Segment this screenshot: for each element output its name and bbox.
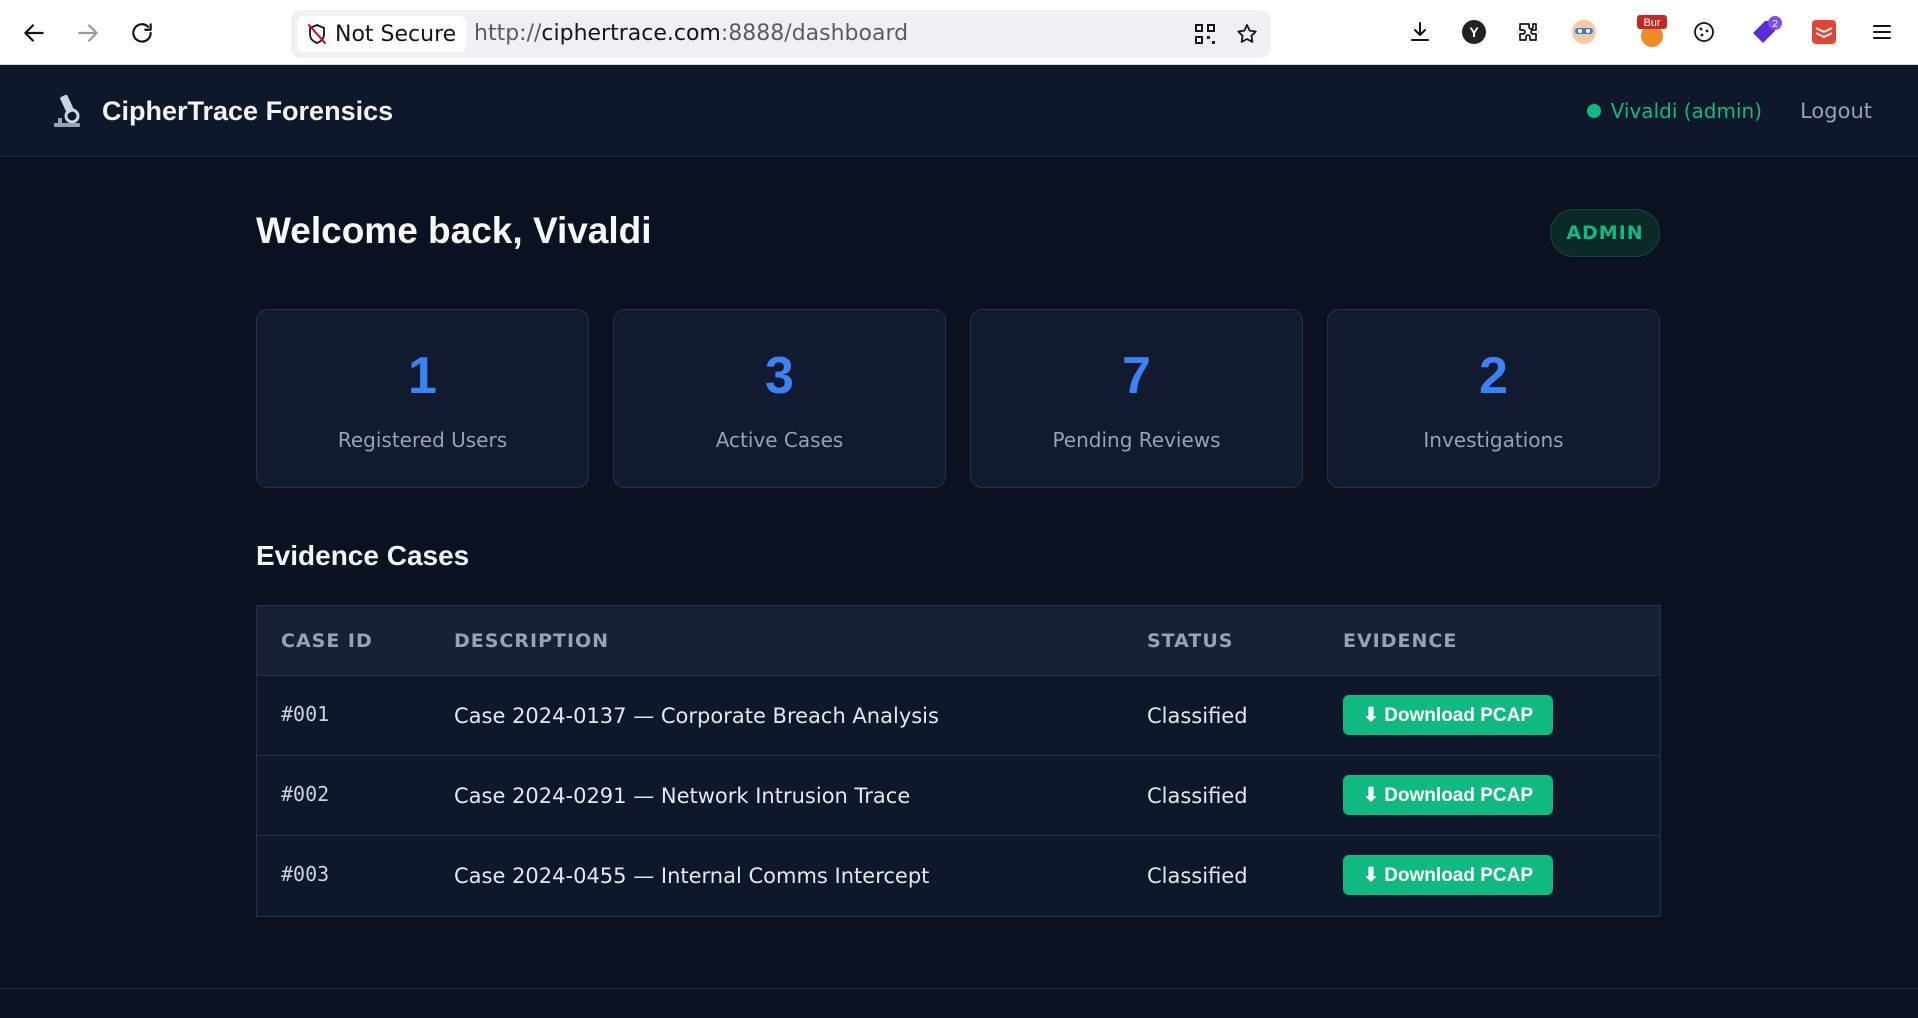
footer-divider bbox=[0, 988, 1918, 989]
stat-value: 2 bbox=[1479, 347, 1508, 405]
case-id: #002 bbox=[281, 782, 330, 806]
page-title: Welcome back, Vivaldi bbox=[256, 210, 652, 251]
download-pcap-button[interactable]: ⬇ Download PCAP bbox=[1343, 775, 1554, 815]
arrow-right-icon bbox=[78, 24, 98, 42]
back-button[interactable] bbox=[14, 13, 54, 53]
stat-label: Investigations bbox=[1423, 428, 1564, 452]
stat-card-active-cases: 3 Active Cases bbox=[613, 309, 946, 488]
svg-text:Bur: Bur bbox=[1643, 17, 1660, 29]
download-pcap-button[interactable]: ⬇ Download PCAP bbox=[1343, 695, 1554, 735]
evidence-cases-table: CASE ID DESCRIPTION STATUS EVIDENCE #001… bbox=[256, 605, 1661, 917]
reload-icon bbox=[132, 23, 152, 43]
role-badge: ADMIN bbox=[1550, 209, 1660, 257]
column-header-case-id: CASE ID bbox=[281, 630, 373, 652]
security-indicator[interactable]: Not Secure bbox=[297, 16, 467, 52]
table-row: #003 Case 2024-0455 — Internal Comms Int… bbox=[257, 836, 1660, 916]
burp-extension-icon[interactable]: Bur bbox=[1632, 15, 1672, 48]
extensions-puzzle-icon[interactable] bbox=[1512, 16, 1544, 48]
reload-button[interactable] bbox=[122, 13, 162, 53]
bookmark-star-icon[interactable] bbox=[1231, 18, 1263, 50]
shield-off-icon bbox=[308, 24, 326, 44]
stat-label: Pending Reviews bbox=[1052, 428, 1221, 452]
table-row: #001 Case 2024-0137 — Corporate Breach A… bbox=[257, 676, 1660, 756]
brand-title: CipherTrace Forensics bbox=[102, 95, 394, 126]
table-header: CASE ID DESCRIPTION STATUS EVIDENCE bbox=[257, 606, 1660, 676]
forward-button[interactable] bbox=[68, 13, 108, 53]
stat-label: Registered Users bbox=[337, 428, 508, 452]
app-header: CipherTrace Forensics Vivaldi (admin) Lo… bbox=[0, 65, 1918, 157]
column-header-status: STATUS bbox=[1147, 630, 1234, 652]
logout-link[interactable]: Logout bbox=[1800, 65, 1872, 157]
stat-label: Active Cases bbox=[715, 428, 844, 452]
column-header-evidence: EVIDENCE bbox=[1343, 630, 1458, 652]
case-status: Classified bbox=[1147, 864, 1248, 888]
case-description: Case 2024-0291 — Network Intrusion Trace bbox=[454, 784, 911, 808]
tag-extension-icon[interactable]: 2 bbox=[1748, 16, 1784, 48]
y-extension-icon[interactable]: Y bbox=[1458, 16, 1490, 48]
column-header-description: DESCRIPTION bbox=[454, 630, 610, 652]
user-status: Vivaldi (admin) bbox=[1586, 65, 1762, 157]
security-label: Not Secure bbox=[335, 21, 457, 47]
avatar-extension-icon[interactable] bbox=[1568, 16, 1600, 48]
section-title: Evidence Cases bbox=[256, 540, 470, 571]
microscope-icon bbox=[54, 94, 80, 127]
address-bar[interactable]: Not Secure http://ciphertrace.com:8888/d… bbox=[291, 10, 1271, 58]
stat-card-pending-reviews: 7 Pending Reviews bbox=[970, 309, 1303, 488]
case-description: Case 2024-0137 — Corporate Breach Analys… bbox=[454, 704, 939, 728]
menu-icon[interactable] bbox=[1866, 16, 1898, 48]
table-row: #002 Case 2024-0291 — Network Intrusion … bbox=[257, 756, 1660, 836]
stat-value: 3 bbox=[765, 347, 794, 405]
browser-toolbar: Not Secure http://ciphertrace.com:8888/d… bbox=[0, 0, 1918, 65]
svg-text:Y: Y bbox=[1469, 24, 1479, 40]
cookie-icon[interactable] bbox=[1688, 16, 1720, 48]
case-status: Classified bbox=[1147, 784, 1248, 808]
stat-value: 7 bbox=[1122, 347, 1151, 405]
download-icon[interactable] bbox=[1404, 16, 1436, 48]
stat-card-registered-users: 1 Registered Users bbox=[256, 309, 589, 488]
case-description: Case 2024-0455 — Internal Comms Intercep… bbox=[454, 864, 930, 888]
user-status-label: Vivaldi (admin) bbox=[1610, 99, 1762, 123]
url-text[interactable]: http://ciphertrace.com:8888/dashboard bbox=[474, 10, 908, 58]
qr-code-icon[interactable] bbox=[1189, 18, 1221, 50]
online-status-dot bbox=[1586, 104, 1601, 118]
svg-text:2: 2 bbox=[1772, 19, 1778, 30]
stat-card-investigations: 2 Investigations bbox=[1327, 309, 1660, 488]
case-id: #001 bbox=[281, 702, 330, 726]
brand[interactable]: CipherTrace Forensics bbox=[48, 65, 393, 157]
case-id: #003 bbox=[281, 862, 330, 886]
todoist-extension-icon[interactable] bbox=[1808, 16, 1840, 48]
stat-value: 1 bbox=[408, 347, 437, 405]
arrow-left-icon bbox=[24, 24, 44, 42]
case-status: Classified bbox=[1147, 704, 1248, 728]
download-pcap-button[interactable]: ⬇ Download PCAP bbox=[1343, 855, 1554, 895]
